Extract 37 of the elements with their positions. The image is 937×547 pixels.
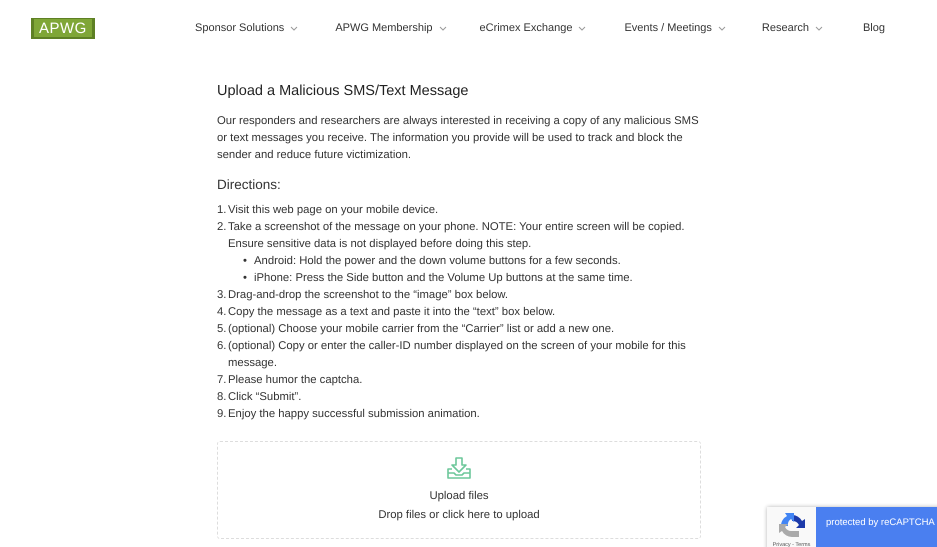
nav-link[interactable]: Sponsor Solutions [195,22,298,34]
list-number: 1. [217,203,228,218]
list-item-text: Please humor the captcha. [228,373,362,388]
nav-link[interactable]: eCrimex Exchange [480,22,586,34]
list-number: 3. [217,288,228,303]
page-title: Upload a Malicious SMS/Text Message [217,83,470,99]
nav-link[interactable]: Events / Meetings [624,22,726,34]
list-item-text: Click “Submit”. [228,390,302,405]
list-number: 6. [217,339,228,354]
list-item-text: Visit this web page on your mobile device. [228,203,438,218]
list-number: 7. [217,373,228,388]
list-number: 5. [217,322,228,337]
list-item-text: Android: Hold the power and the down volume buttons for a few seconds. [254,254,621,269]
list-item-text: Enjoy the happy successful submission animation. [228,407,480,422]
upload-dropzone[interactable]: Upload files Drop files or click here to upload [217,441,701,539]
download-tray-icon [446,457,472,480]
list-number: 2. [217,220,228,235]
upload-title: Upload files [429,489,489,504]
list-item-text: Drag-and-drop the screenshot to the “image” box below. [228,288,508,303]
nav-link[interactable]: Research [762,22,823,34]
list-item-text: (optional) Copy or enter the caller-ID number displayed on the screen of your mobile for this message. [228,339,687,371]
nav-link[interactable]: APWG Membership [335,22,447,34]
recaptcha-icon [778,512,806,540]
list-item-text: Copy the message as a text and paste it into the “text” box below. [228,305,556,320]
section-heading: Directions: [217,177,282,192]
list-item-text: iPhone: Press the Side button and the Volume Up buttons at the same time. [254,271,633,286]
bullet: • [243,271,248,286]
nav-link[interactable]: Blog [862,22,885,34]
upload-hint: Drop files or click here to upload [378,508,540,523]
list-number: 8. [217,390,228,405]
recaptcha-label: protected by reCAPTCHA [826,517,935,528]
list-number: 9. [217,407,228,422]
list-item-text: Take a screenshot of the message on your phone. NOTE: Your entire screen will be copied. Ensure sensitive data is not displayed before doing this step. [228,220,686,252]
bullet: • [243,254,248,269]
list-item-text: (optional) Choose your mobile carrier from the “Carrier” list or add a new one. [228,322,614,337]
intro-paragraph: Our responders and researchers are always interested in receiving a copy of any malicious SMS or text messages you receive. The information you provide will be used to track and block the sender and reduce future victimization. [217,114,700,163]
list-number: 4. [217,305,228,320]
